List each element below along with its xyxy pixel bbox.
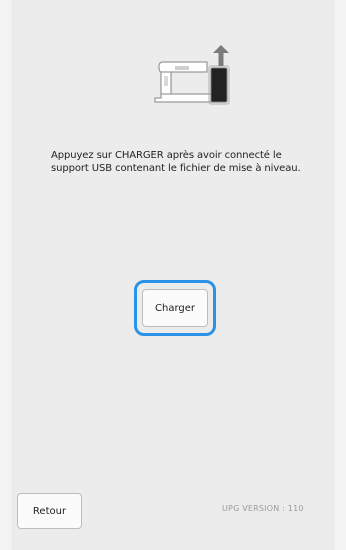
retour-button[interactable]: Retour bbox=[17, 493, 82, 529]
upgrade-version-label: UPG VERSION : 110 bbox=[222, 504, 304, 513]
charger-button[interactable]: Charger bbox=[142, 289, 208, 327]
instruction-message: Appuyez sur CHARGER après avoir connecté… bbox=[51, 149, 321, 175]
instruction-line-2: support USB contenant le fichier de mise… bbox=[51, 163, 301, 174]
retour-button-label: Retour bbox=[32, 505, 67, 517]
charger-button-label: Charger bbox=[155, 302, 195, 314]
upgrade-screen: Appuyez sur CHARGER après avoir connecté… bbox=[12, 0, 334, 550]
sewing-machine-usb-icon bbox=[145, 44, 235, 108]
instruction-line-1: Appuyez sur CHARGER après avoir connecté… bbox=[51, 150, 282, 161]
